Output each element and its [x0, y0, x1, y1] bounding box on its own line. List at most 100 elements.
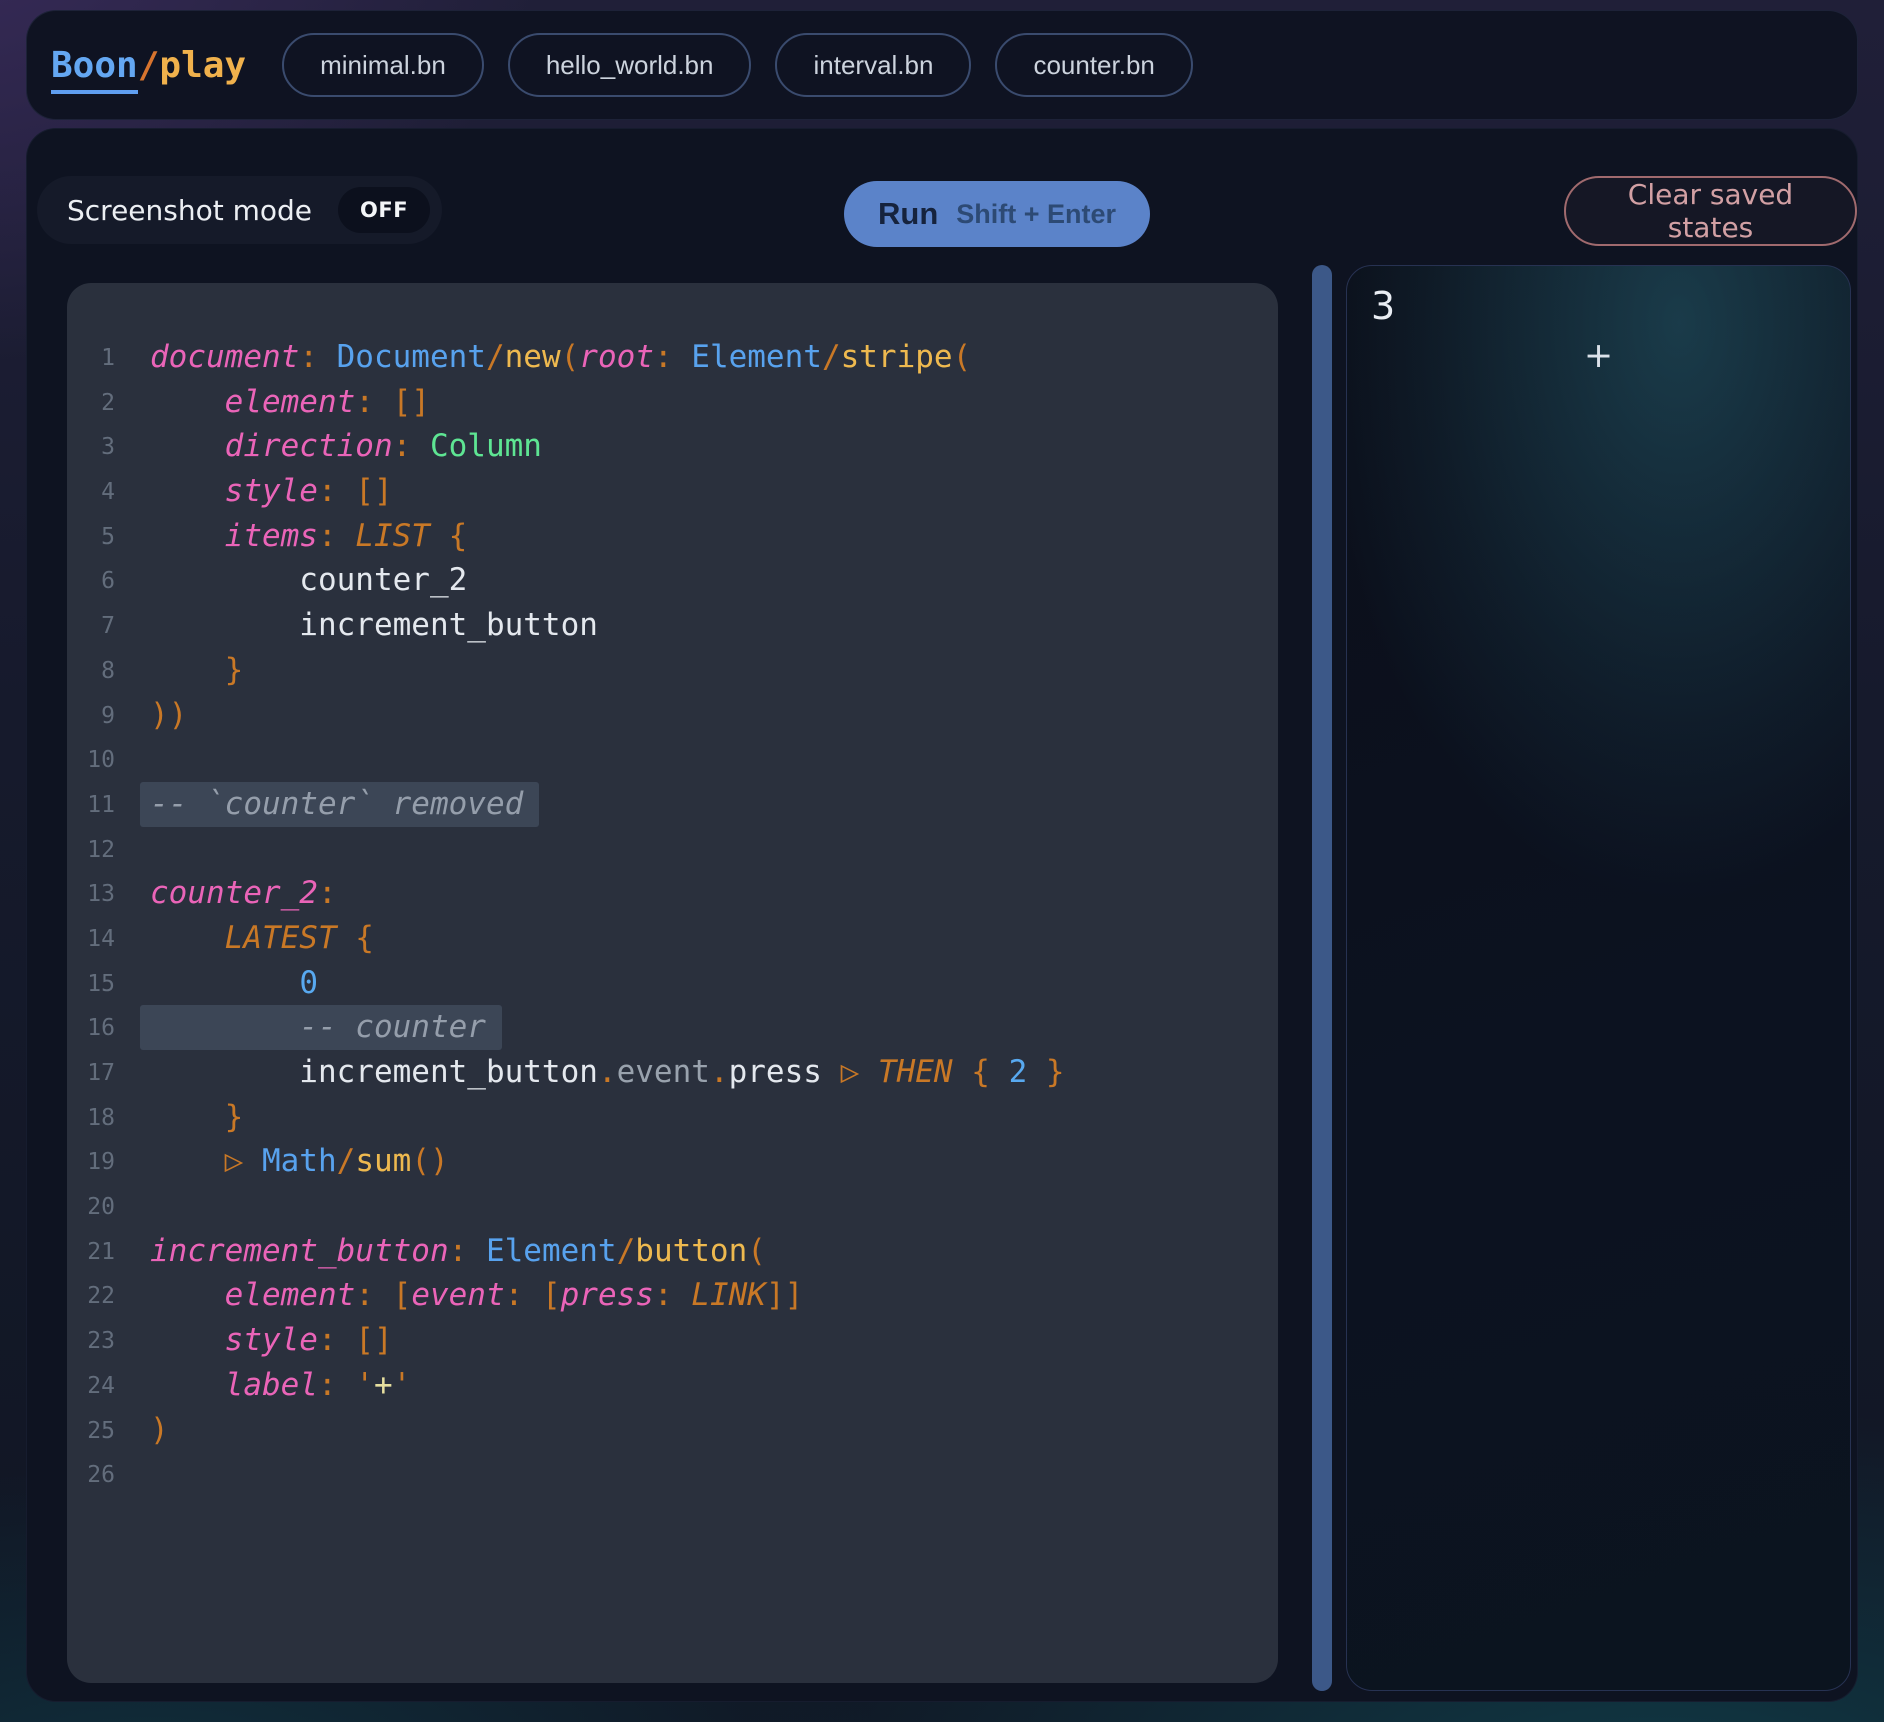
screenshot-mode-state-badge: OFF [338, 187, 430, 233]
code-text: label: '+' [150, 1367, 411, 1403]
code-line: 2 element: [] [67, 380, 1278, 425]
line-number: 19 [67, 1139, 115, 1185]
increment-button[interactable]: + [1574, 332, 1623, 380]
code-text: LATEST { [150, 920, 374, 956]
code-text: increment_button: Element/button( [150, 1233, 766, 1269]
code-text: items: LIST { [150, 518, 467, 554]
line-number: 24 [67, 1363, 115, 1409]
line-number: 22 [67, 1273, 115, 1319]
code-line: 5 items: LIST { [67, 514, 1278, 559]
code-line: 21 increment_button: Element/button( [67, 1229, 1278, 1274]
code-text: increment_button [150, 607, 598, 643]
code-line: 9)) [67, 693, 1278, 738]
line-number: 10 [67, 737, 115, 783]
line-number: 14 [67, 916, 115, 962]
code-text: counter_2 [150, 562, 467, 598]
code-line: 22 element: [event: [press: LINK]] [67, 1273, 1278, 1318]
line-number: 5 [67, 514, 115, 560]
line-number: 25 [67, 1408, 115, 1454]
line-number: 21 [67, 1229, 115, 1275]
code-text: } [150, 1099, 243, 1135]
code-line: 24 label: '+' [67, 1363, 1278, 1408]
code-text: ) [150, 1412, 169, 1448]
code-line: 20 [67, 1184, 1278, 1229]
line-number: 17 [67, 1050, 115, 1096]
code-text: style: [] [150, 1322, 393, 1358]
code-text: direction: Column [150, 428, 542, 464]
code-text: style: [] [150, 473, 393, 509]
line-number: 9 [67, 693, 115, 739]
line-number: 6 [67, 558, 115, 604]
code-text: -- `counter` removed [140, 782, 539, 827]
line-number: 12 [67, 827, 115, 873]
code-text: element: [event: [press: LINK]] [150, 1277, 803, 1313]
code-line: 11 -- `counter` removed [67, 782, 1278, 827]
run-label: Run [878, 196, 938, 232]
line-number: 20 [67, 1184, 115, 1230]
line-number: 11 [67, 782, 115, 828]
tab-label: interval.bn [813, 50, 933, 81]
code-line: 15 0 [67, 961, 1278, 1006]
clear-saved-states-button[interactable]: Clear saved states [1564, 176, 1857, 246]
line-number: 26 [67, 1452, 115, 1498]
code-editor[interactable]: 1 document: Document/new(root: Element/st… [67, 283, 1278, 1683]
line-number: 4 [67, 469, 115, 515]
logo-app: play [159, 45, 246, 86]
code-text: )) [150, 697, 187, 733]
file-tabs: minimal.bn hello_world.bn interval.bn co… [282, 33, 1193, 97]
code-text: counter_2: [150, 875, 337, 911]
code-text: -- counter [140, 1005, 502, 1050]
code-line: 26 [67, 1452, 1278, 1497]
code-line: 18 } [67, 1095, 1278, 1140]
code-text: } [150, 652, 243, 688]
line-number: 23 [67, 1318, 115, 1364]
line-number: 2 [67, 380, 115, 426]
preview-panel: 3 + [1346, 265, 1851, 1691]
code-line: 13 counter_2: [67, 871, 1278, 916]
code-text: element: [] [150, 384, 430, 420]
code-line: 10 [67, 737, 1278, 782]
code-line: 7 increment_button [67, 603, 1278, 648]
code-line: 17 increment_button.event.press ▷ THEN {… [67, 1050, 1278, 1095]
screenshot-mode-toggle[interactable]: Screenshot mode OFF [37, 176, 442, 244]
run-shortcut: Shift + Enter [956, 199, 1116, 230]
line-number: 13 [67, 871, 115, 917]
code-text: increment_button.event.press ▷ THEN { 2 … [150, 1054, 1065, 1090]
code-line: 23 style: [] [67, 1318, 1278, 1363]
run-button[interactable]: Run Shift + Enter [844, 181, 1150, 247]
counter-value: 3 [1371, 284, 1395, 328]
file-tab[interactable]: hello_world.bn [508, 33, 752, 97]
logo-brand[interactable]: Boon [51, 45, 138, 94]
code-line: 12 [67, 827, 1278, 872]
code-line: 8 } [67, 648, 1278, 693]
line-number: 3 [67, 424, 115, 470]
code-line: 1 document: Document/new(root: Element/st… [67, 335, 1278, 380]
app-logo[interactable]: Boon/play [51, 45, 246, 86]
code-text: 0 [150, 965, 318, 1001]
code-text: ▷ Math/sum() [150, 1143, 449, 1179]
file-tab[interactable]: counter.bn [995, 33, 1192, 97]
line-number: 18 [67, 1095, 115, 1141]
file-tab[interactable]: interval.bn [775, 33, 971, 97]
code-line: 19 ▷ Math/sum() [67, 1139, 1278, 1184]
tab-label: minimal.bn [320, 50, 446, 81]
code-line: 4 style: [] [67, 469, 1278, 514]
file-tab[interactable]: minimal.bn [282, 33, 484, 97]
code-line: 25) [67, 1408, 1278, 1453]
clear-saved-states-label: Clear saved states [1600, 178, 1821, 244]
tab-label: hello_world.bn [546, 50, 714, 81]
logo-slash: / [138, 45, 160, 86]
line-number: 1 [67, 335, 115, 381]
code-line: 6 counter_2 [67, 558, 1278, 603]
app-header: Boon/play minimal.bn hello_world.bn inte… [26, 10, 1858, 120]
code-text: document: Document/new(root: Element/str… [150, 339, 971, 375]
line-number: 8 [67, 648, 115, 694]
editor-scrollbar[interactable] [1312, 265, 1332, 1691]
screenshot-mode-label: Screenshot mode [67, 194, 312, 227]
code-line: 16 -- counter [67, 1005, 1278, 1050]
line-number: 16 [67, 1005, 115, 1051]
code-line: 14 LATEST { [67, 916, 1278, 961]
tab-label: counter.bn [1033, 50, 1154, 81]
line-number: 7 [67, 603, 115, 649]
code-line: 3 direction: Column [67, 424, 1278, 469]
